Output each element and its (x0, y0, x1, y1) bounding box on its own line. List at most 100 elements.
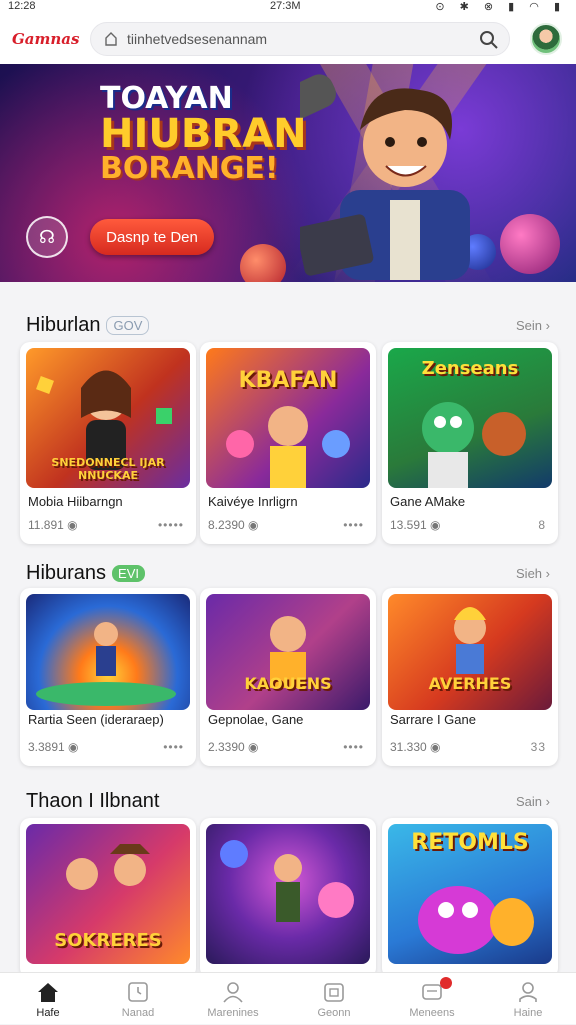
game-thumbnail: RETOMLS (388, 824, 552, 964)
game-card[interactable]: RETOMLS (382, 818, 558, 978)
game-thumbnail (206, 824, 370, 964)
game-card[interactable]: Zenseans Gane AMake 13.591 ◉ 8 (382, 342, 558, 544)
clock-square-icon (128, 982, 148, 1002)
thumbnail-title: Zenseans (421, 358, 519, 379)
home-icon (38, 983, 58, 1002)
thumbnail-title: KBAFAN (238, 368, 338, 393)
hero-cta-button[interactable]: Dasnp te Den (90, 219, 214, 255)
hero-title-line-1: TOAYAN (100, 81, 233, 116)
nav-label: Geonn (317, 1007, 351, 1019)
nav-item-5[interactable]: Meneens (384, 973, 480, 1025)
game-name: Gane AMake (390, 494, 466, 509)
nav-label: Hafe (36, 1007, 60, 1019)
thumbnail-title: RETOMLS (411, 830, 529, 855)
section-title: Thaon I Ilbnant (26, 790, 159, 813)
nav-item-home[interactable]: Hafe (0, 973, 96, 1025)
game-card[interactable] (200, 818, 376, 978)
rating-dots: •••• (343, 518, 364, 532)
section-title-text: Hiburans (26, 562, 107, 584)
thumbnail-title: KAOUENS (244, 674, 332, 693)
thumbnail-title: SNEDONNECL IJAR NNUCKAE (51, 456, 165, 482)
section-title-text: Thaon I Ilbnant (26, 790, 160, 812)
status-center-time: 27:3M (270, 0, 301, 12)
game-card[interactable]: KAOUENS Gepnolae, Gane 2.3390 ◉ •••• (200, 588, 376, 766)
rating-dots: •••• (343, 740, 364, 754)
game-card[interactable]: AVERHES Sarrare I Gane 31.330 ◉ 33 (382, 588, 558, 766)
search-bar[interactable] (90, 22, 510, 56)
system-icons: ⊙ ✱ ⊗ ▮ ◠ ▮ (435, 1, 566, 13)
rating-dots: 8 (538, 518, 546, 532)
calendar-icon (324, 983, 344, 1002)
home-small-icon (105, 32, 117, 46)
game-name: Mobia Hiibarngn (28, 494, 123, 509)
section-badge: EVI (112, 565, 146, 583)
game-card[interactable]: Rartia Seen (ideraraep) 3.3891 ◉ •••• (20, 588, 196, 766)
app-header: Gamnas (0, 14, 576, 64)
see-all-label: Sieh (516, 566, 543, 581)
game-card[interactable]: SNEDONNECL IJAR NNUCKAE Mobia Hiibarngn … (20, 342, 196, 544)
section-badge: GOV (106, 316, 150, 336)
section-title-text: Hiburlan (26, 314, 101, 336)
game-player-count: 31.330 ◉ (390, 740, 441, 754)
profile-icon (519, 982, 537, 1002)
game-thumbnail: KBAFAN (206, 348, 370, 488)
game-thumbnail: Zenseans (388, 348, 552, 488)
game-player-count: 11.891 ◉ (28, 518, 78, 532)
game-card[interactable]: SOKRERES (20, 818, 196, 978)
game-thumbnail: AVERHES (388, 594, 552, 710)
nav-item-3[interactable]: Marenines (185, 973, 281, 1025)
status-time: 12:28 (8, 0, 36, 12)
game-art (220, 840, 354, 922)
game-player-count-value: 31.330 (390, 740, 427, 754)
thumbnail-title: SOKRERES (54, 930, 162, 951)
hero-title-line-3: BORANGE! (100, 151, 279, 186)
section-title: Hiburans EVI (26, 562, 146, 585)
search-icon[interactable] (479, 30, 499, 50)
avatar[interactable] (530, 23, 562, 55)
game-card[interactable]: KBAFAN Kaivéye Inrligrn 8.2390 ◉ •••• (200, 342, 376, 544)
hero-title-line-2: HIUBRAN (100, 111, 307, 157)
game-thumbnail: SOKRERES (26, 824, 190, 964)
game-name: Kaivéye Inrligrn (208, 494, 298, 509)
game-thumbnail: KAOUENS (206, 594, 370, 710)
rating-dots: •••• (163, 740, 184, 754)
thumbnail-title: AVERHES (428, 674, 512, 693)
see-all-label: Sain (516, 794, 543, 809)
game-thumbnail (26, 594, 190, 710)
see-all-label: Sein (516, 318, 543, 333)
game-name: Gepnolae, Gane (208, 712, 304, 727)
nav-label: Meneens (409, 1007, 455, 1019)
game-name: Rartia Seen (ideraraep) (28, 712, 164, 727)
bottom-navigation: Hafe Nanad Marenines Geonn Meneens Haine (0, 972, 576, 1024)
game-player-count-value: 13.591 (390, 518, 427, 532)
status-bar: 12:28 27:3M ⊙ ✱ ⊗ ▮ ◠ ▮ (0, 0, 576, 14)
game-player-count: 2.3390 ◉ (208, 740, 259, 754)
nav-label: Haine (513, 1007, 543, 1019)
see-all-link[interactable]: Sieh › (516, 566, 550, 581)
search-input[interactable] (127, 23, 457, 55)
hero-banner[interactable]: TOAYAN HIUBRAN BORANGE! ☊ Dasnp te Den (0, 64, 576, 282)
game-art (36, 622, 176, 706)
rating-dots: 33 (530, 740, 546, 754)
rating-dots: ••••• (157, 518, 184, 532)
game-player-count: 3.3891 ◉ (28, 740, 79, 754)
game-name: Sarrare I Gane (390, 712, 476, 727)
nav-item-2[interactable]: Nanad (90, 973, 186, 1025)
game-player-count-value: 2.3390 (208, 740, 245, 754)
game-player-count: 8.2390 ◉ (208, 518, 259, 532)
see-all-link[interactable]: Sein › (516, 318, 550, 333)
nav-item-4[interactable]: Geonn (286, 973, 382, 1025)
nav-item-6[interactable]: Haine (480, 973, 576, 1025)
section-title: Hiburlan GOV (26, 314, 150, 337)
app-logo[interactable]: Gamnas (12, 30, 79, 48)
game-player-count-value: 8.2390 (208, 518, 245, 532)
see-all-link[interactable]: Sain › (516, 794, 550, 809)
game-player-count-value: 3.3891 (28, 740, 65, 754)
game-player-count: 13.591 ◉ (390, 518, 441, 532)
game-player-count-value: 11.891 (28, 518, 64, 532)
hero-character-illustration (300, 74, 470, 280)
game-thumbnail: SNEDONNECL IJAR NNUCKAE (26, 348, 190, 488)
notification-badge (440, 977, 452, 989)
hero-action-icon[interactable]: ☊ (26, 216, 68, 258)
nav-label: Nanad (121, 1007, 155, 1019)
